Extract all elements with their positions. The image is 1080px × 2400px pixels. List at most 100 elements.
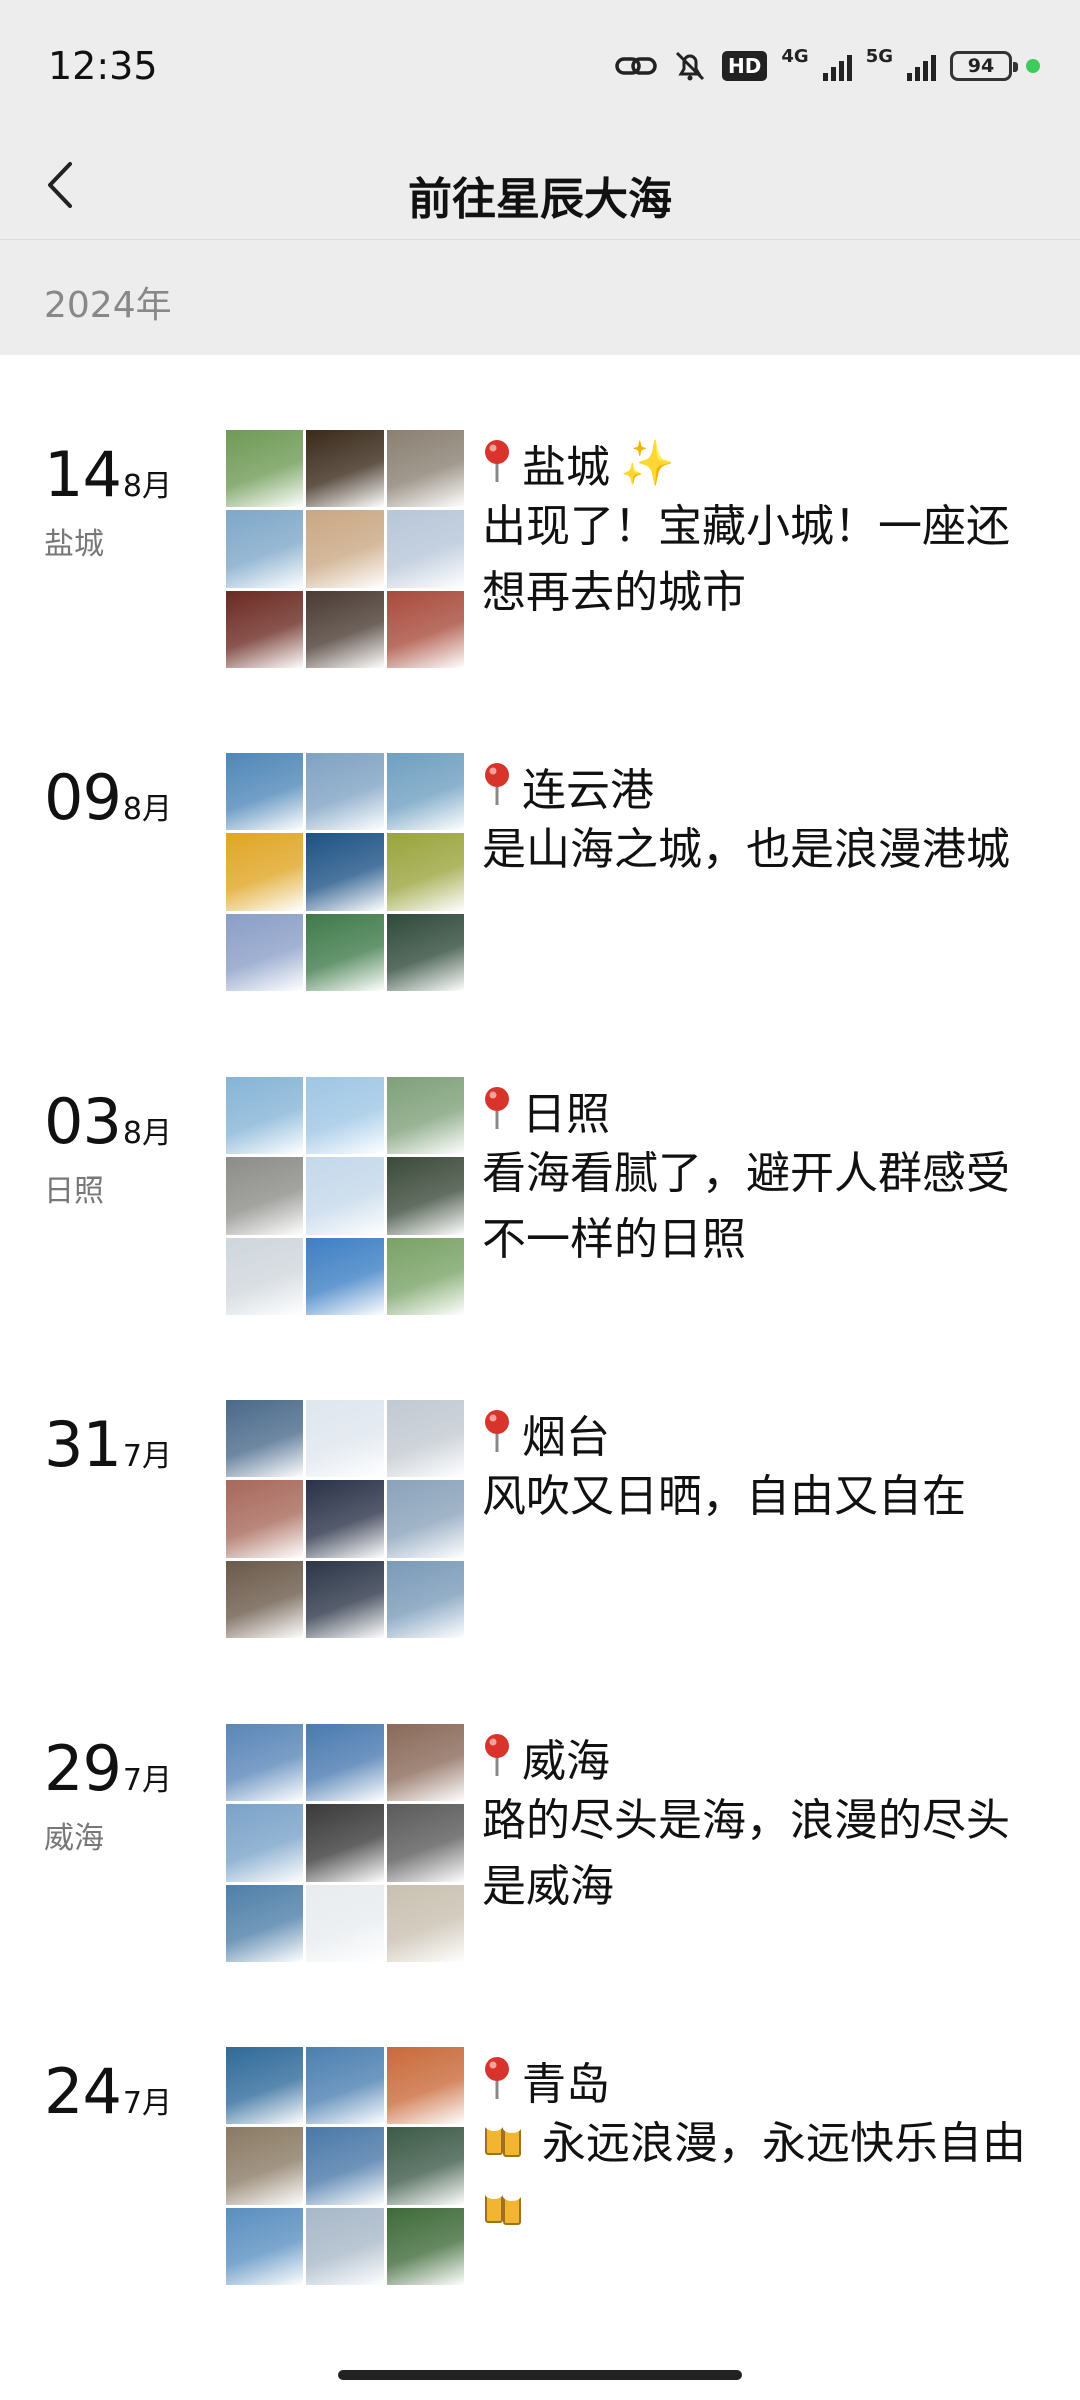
- date-month: 7月: [122, 1439, 172, 1474]
- status-icons: HD 4G 5G 94: [614, 46, 1040, 86]
- photo-thumbnail[interactable]: [226, 2047, 304, 2125]
- photo-thumbnail[interactable]: [306, 1884, 384, 1962]
- timeline-entry[interactable]: 148月 盐城 盐城 ✨ 出现了！宝藏小城！一座还想再去的城市: [0, 430, 1080, 670]
- photo-thumbnail[interactable]: [306, 2047, 384, 2125]
- photo-thumbnail[interactable]: [386, 590, 464, 668]
- photo-thumbnail[interactable]: [386, 1157, 464, 1235]
- timeline-entry[interactable]: 098月 连云港是山海之城，也是浪漫港城: [0, 753, 1080, 993]
- photo-thumbnail[interactable]: [306, 510, 384, 588]
- date-day: 24: [44, 2055, 122, 2128]
- photo-grid[interactable]: [226, 753, 464, 991]
- photo-thumbnail[interactable]: [386, 1400, 464, 1478]
- photo-thumbnail[interactable]: [386, 1804, 464, 1882]
- photo-thumbnail[interactable]: [226, 430, 304, 508]
- photo-thumbnail[interactable]: [226, 590, 304, 668]
- photo-thumbnail[interactable]: [386, 2127, 464, 2205]
- photo-thumbnail[interactable]: [306, 1724, 384, 1802]
- photo-thumbnail[interactable]: [226, 753, 304, 831]
- photo-thumbnail[interactable]: [226, 2127, 304, 2205]
- date-month: 7月: [122, 2086, 172, 2121]
- photo-thumbnail[interactable]: [226, 1237, 304, 1315]
- place-line: 连云港: [482, 755, 1052, 817]
- date-block: 317月: [44, 1408, 224, 1481]
- date-day: 09: [44, 761, 122, 834]
- place-line: 烟台: [482, 1402, 1052, 1464]
- photo-grid[interactable]: [226, 1077, 464, 1315]
- photo-thumbnail[interactable]: [386, 753, 464, 831]
- photo-thumbnail[interactable]: [306, 833, 384, 911]
- timeline-entry[interactable]: 317月 烟台风吹又日晒，自由又自在: [0, 1400, 1080, 1640]
- photo-thumbnail[interactable]: [386, 1237, 464, 1315]
- photo-thumbnail[interactable]: [306, 1237, 384, 1315]
- photo-grid[interactable]: [226, 1400, 464, 1638]
- place-name: 盐城: [522, 442, 610, 493]
- photo-thumbnail[interactable]: [306, 1480, 384, 1558]
- photo-thumbnail[interactable]: [226, 1157, 304, 1235]
- photo-thumbnail[interactable]: [306, 1157, 384, 1235]
- photo-thumbnail[interactable]: [386, 1480, 464, 1558]
- photo-thumbnail[interactable]: [226, 1560, 304, 1638]
- place-line: 日照: [482, 1079, 1052, 1141]
- photo-thumbnail[interactable]: [386, 1560, 464, 1638]
- photo-thumbnail[interactable]: [226, 1804, 304, 1882]
- photo-thumbnail[interactable]: [306, 590, 384, 668]
- page-title: 前往星辰大海: [408, 174, 672, 225]
- date-month: 8月: [122, 469, 172, 504]
- location-pin-icon: [482, 438, 512, 488]
- photo-thumbnail[interactable]: [226, 833, 304, 911]
- photo-thumbnail[interactable]: [226, 510, 304, 588]
- photo-thumbnail[interactable]: [226, 1724, 304, 1802]
- entry-text: 盐城 ✨ 出现了！宝藏小城！一座还想再去的城市: [482, 432, 1052, 626]
- location-pin-icon: [482, 761, 512, 811]
- battery-level: 94: [967, 55, 995, 77]
- photo-grid[interactable]: [226, 2047, 464, 2285]
- caption: 风吹又日晒，自由又自在: [482, 1471, 966, 1522]
- photo-thumbnail[interactable]: [226, 913, 304, 991]
- photo-thumbnail[interactable]: [386, 510, 464, 588]
- timeline-entry[interactable]: 038月 日照 日照 看海看腻了，避开人群感受不一样的日照: [0, 1077, 1080, 1317]
- photo-thumbnail[interactable]: [306, 1077, 384, 1155]
- photo-thumbnail[interactable]: [386, 1884, 464, 1962]
- photo-thumbnail[interactable]: [386, 913, 464, 991]
- date-block: 098月: [44, 761, 224, 834]
- photo-thumbnail[interactable]: [386, 833, 464, 911]
- photo-thumbnail[interactable]: [306, 1400, 384, 1478]
- beer-mug-icon: [482, 2181, 528, 2247]
- photo-thumbnail[interactable]: [226, 1400, 304, 1478]
- date-month: 8月: [122, 1116, 172, 1151]
- place-name: 连云港: [522, 765, 654, 816]
- date-month: 8月: [122, 792, 172, 827]
- photo-thumbnail[interactable]: [386, 430, 464, 508]
- photo-thumbnail[interactable]: [306, 913, 384, 991]
- photo-thumbnail[interactable]: [306, 430, 384, 508]
- photo-thumbnail[interactable]: [306, 2127, 384, 2205]
- caption: 是山海之城，也是浪漫港城: [482, 824, 1010, 875]
- place-line: 盐城 ✨: [482, 432, 1052, 494]
- photo-thumbnail[interactable]: [226, 1480, 304, 1558]
- caption: 出现了！宝藏小城！一座还想再去的城市: [482, 501, 1010, 618]
- home-indicator[interactable]: [338, 2370, 742, 2380]
- photo-thumbnail[interactable]: [306, 1560, 384, 1638]
- photo-thumbnail[interactable]: [386, 2207, 464, 2285]
- photo-thumbnail[interactable]: [226, 1077, 304, 1155]
- timeline-entry[interactable]: 247月 青岛 永远浪漫，永远快乐自由: [0, 2047, 1080, 2287]
- location-pin-icon: [482, 1085, 512, 1135]
- date-place: 日照: [44, 1174, 104, 1209]
- photo-grid[interactable]: [226, 430, 464, 668]
- caption: 看海看腻了，避开人群感受不一样的日照: [482, 1148, 1010, 1265]
- photo-thumbnail[interactable]: [386, 2047, 464, 2125]
- photo-thumbnail[interactable]: [386, 1724, 464, 1802]
- signal-5g-icon: [907, 51, 936, 81]
- photo-thumbnail[interactable]: [226, 2207, 304, 2285]
- entry-text: 青岛 永远浪漫，永远快乐自由: [482, 2049, 1052, 2247]
- photo-thumbnail[interactable]: [306, 753, 384, 831]
- timeline-entry[interactable]: 297月 威海 威海 路的尽头是海，浪漫的尽头是威海: [0, 1724, 1080, 1964]
- photo-thumbnail[interactable]: [386, 1077, 464, 1155]
- photo-grid[interactable]: [226, 1724, 464, 1962]
- photo-thumbnail[interactable]: [226, 1884, 304, 1962]
- date-month: 7月: [122, 1763, 172, 1798]
- place-line: 威海: [482, 1726, 1052, 1788]
- photo-thumbnail[interactable]: [306, 2207, 384, 2285]
- photo-thumbnail[interactable]: [306, 1804, 384, 1882]
- place-line: 青岛: [482, 2049, 1052, 2111]
